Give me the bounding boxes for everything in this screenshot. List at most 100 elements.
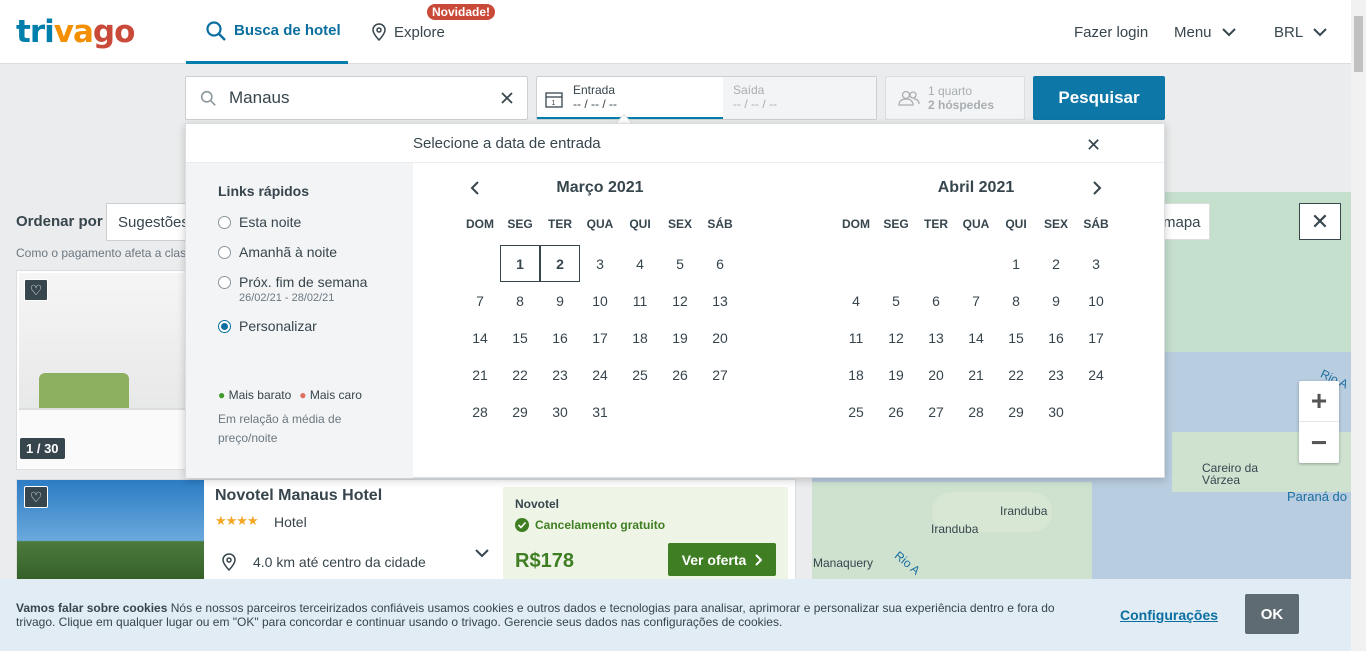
cookie-banner[interactable]: Vamos falar sobre cookies Nós e nossos p… — [0, 579, 1351, 651]
radio-button-selected[interactable] — [218, 320, 231, 333]
calendar-day[interactable]: 7 — [956, 282, 996, 319]
close-map-icon[interactable]: ✕ — [1299, 203, 1341, 240]
calendar-day[interactable]: 20 — [916, 356, 956, 393]
search-button[interactable]: Pesquisar — [1033, 76, 1165, 120]
calendar-day[interactable]: 21 — [956, 356, 996, 393]
calendar-day[interactable]: 2 — [540, 245, 580, 282]
calendar-day[interactable]: 22 — [500, 356, 540, 393]
currency-button[interactable]: BRL — [1274, 0, 1331, 64]
radio-button[interactable] — [218, 216, 231, 229]
calendar-day[interactable]: 28 — [460, 393, 500, 430]
calendar-day[interactable]: 23 — [540, 356, 580, 393]
calendar-day[interactable]: 9 — [540, 282, 580, 319]
calendar-day[interactable]: 25 — [836, 393, 876, 430]
menu-button[interactable]: Menu — [1174, 0, 1240, 64]
chevron-down-icon[interactable] — [474, 548, 490, 558]
quick-option-weekend[interactable]: Próx. fim de semana 26/02/21 - 28/02/21 — [218, 274, 367, 304]
clear-icon[interactable] — [501, 92, 513, 104]
trivago-logo[interactable]: trivago — [16, 14, 135, 50]
calendar-day[interactable]: 4 — [620, 245, 660, 282]
calendar-day[interactable]: 14 — [460, 319, 500, 356]
calendar-day[interactable]: 10 — [580, 282, 620, 319]
calendar-day[interactable]: 13 — [916, 319, 956, 356]
calendar-day[interactable]: 23 — [1036, 356, 1076, 393]
calendar-day[interactable]: 15 — [500, 319, 540, 356]
calendar-day[interactable]: 24 — [580, 356, 620, 393]
calendar-day[interactable]: 30 — [1036, 393, 1076, 430]
calendar-day[interactable]: 6 — [700, 245, 740, 282]
calendar-day[interactable]: 5 — [876, 282, 916, 319]
guests-field[interactable]: 1 quarto 2 hóspedes — [885, 76, 1025, 120]
calendar-day[interactable]: 29 — [500, 393, 540, 430]
calendar-day[interactable]: 31 — [580, 393, 620, 430]
calendar-day[interactable]: 25 — [620, 356, 660, 393]
destination-field[interactable]: Manaus — [185, 76, 528, 120]
radio-button[interactable] — [218, 246, 231, 259]
calendar-day[interactable]: 1 — [996, 245, 1036, 282]
zoom-out-icon[interactable]: − — [1299, 422, 1339, 463]
calendar-day[interactable]: 28 — [956, 393, 996, 430]
calendar-day[interactable]: 7 — [460, 282, 500, 319]
zoom-in-icon[interactable]: + — [1299, 381, 1339, 422]
calendar-day[interactable]: 20 — [700, 319, 740, 356]
calendar-day[interactable]: 9 — [1036, 282, 1076, 319]
cookie-ok-button[interactable]: OK — [1245, 594, 1299, 634]
calendar-day[interactable]: 13 — [700, 282, 740, 319]
checkout-field[interactable]: Saída -- / -- / -- — [723, 77, 876, 119]
calendar-day[interactable]: 12 — [876, 319, 916, 356]
calendar-day[interactable]: 18 — [836, 356, 876, 393]
view-offer-button[interactable]: Ver oferta — [668, 543, 776, 576]
calendar-day[interactable]: 24 — [1076, 356, 1116, 393]
date-range-field[interactable]: 1 Entrada -- / -- / -- Saída -- / -- / -… — [536, 76, 877, 120]
radio-button[interactable] — [218, 276, 231, 289]
calendar-day[interactable]: 16 — [1036, 319, 1076, 356]
calendar-day[interactable]: 11 — [620, 282, 660, 319]
calendar-day[interactable]: 10 — [1076, 282, 1116, 319]
calendar-day[interactable]: 17 — [1076, 319, 1116, 356]
calendar-day[interactable]: 22 — [996, 356, 1036, 393]
calendar-day[interactable]: 29 — [996, 393, 1036, 430]
destination-value[interactable]: Manaus — [229, 88, 501, 108]
calendar-day[interactable]: 26 — [660, 356, 700, 393]
checkin-field[interactable]: 1 Entrada -- / -- / -- — [537, 77, 723, 119]
calendar-day[interactable]: 8 — [996, 282, 1036, 319]
calendar-day[interactable]: 18 — [620, 319, 660, 356]
quick-option-custom[interactable]: Personalizar — [218, 318, 317, 334]
sort-select[interactable]: Sugestões — [106, 203, 196, 241]
calendar-day[interactable]: 19 — [876, 356, 916, 393]
calendar-day[interactable]: 17 — [580, 319, 620, 356]
calendar-day[interactable]: 14 — [956, 319, 996, 356]
scrollbar[interactable] — [1351, 0, 1366, 651]
calendar-day[interactable]: 26 — [876, 393, 916, 430]
offer-price[interactable]: R$178 — [515, 550, 574, 573]
next-month-icon[interactable] — [1092, 179, 1102, 200]
calendar-day[interactable]: 19 — [660, 319, 700, 356]
quick-option-tomorrow[interactable]: Amanhã à noite — [218, 244, 337, 260]
cookie-settings-link[interactable]: Configurações — [1120, 607, 1218, 623]
calendar-day[interactable]: 1 — [500, 245, 540, 282]
calendar-day[interactable]: 5 — [660, 245, 700, 282]
sort-hint[interactable]: Como o pagamento afeta a clas — [16, 246, 186, 260]
calendar-day[interactable]: 16 — [540, 319, 580, 356]
calendar-day[interactable]: 3 — [580, 245, 620, 282]
favorite-heart-icon[interactable]: ♡ — [24, 486, 48, 508]
calendar-day[interactable]: 27 — [700, 356, 740, 393]
calendar-day[interactable]: 8 — [500, 282, 540, 319]
scrollbar-thumb[interactable] — [1354, 16, 1363, 72]
close-icon[interactable]: ✕ — [1086, 135, 1101, 156]
calendar-day[interactable]: 3 — [1076, 245, 1116, 282]
hotel-name[interactable]: Novotel Manaus Hotel — [215, 487, 382, 505]
calendar-day[interactable]: 6 — [916, 282, 956, 319]
quick-option-tonight[interactable]: Esta noite — [218, 214, 301, 230]
calendar-day[interactable]: 11 — [836, 319, 876, 356]
calendar-day[interactable]: 2 — [1036, 245, 1076, 282]
favorite-heart-icon[interactable]: ♡ — [24, 279, 48, 301]
calendar-day[interactable]: 30 — [540, 393, 580, 430]
calendar-day[interactable]: 27 — [916, 393, 956, 430]
calendar-day[interactable]: 21 — [460, 356, 500, 393]
tab-hotel-search[interactable]: Busca de hotel — [186, 0, 348, 64]
calendar-day[interactable]: 4 — [836, 282, 876, 319]
calendar-day[interactable]: 12 — [660, 282, 700, 319]
prev-month-icon[interactable] — [470, 179, 480, 200]
login-link[interactable]: Fazer login — [1074, 0, 1148, 64]
